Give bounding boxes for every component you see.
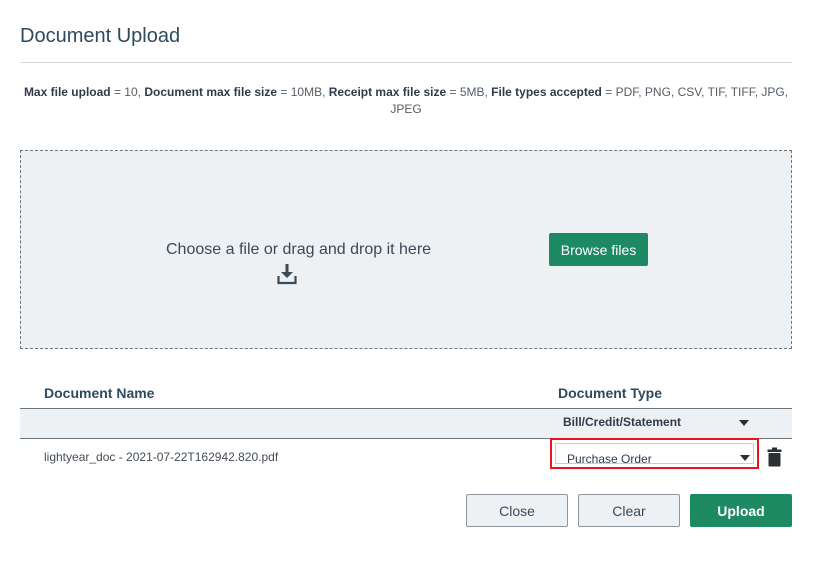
bulk-type-select[interactable]: Bill/Credit/Statement xyxy=(563,415,681,429)
document-type-select[interactable]: Purchase Order xyxy=(550,438,759,469)
close-button[interactable]: Close xyxy=(466,494,568,527)
upload-limits-info: Max file upload = 10, Document max file … xyxy=(20,84,792,118)
document-name-cell: lightyear_doc - 2021-07-22T162942.820.pd… xyxy=(44,450,279,464)
document-type-value: Purchase Order xyxy=(567,452,652,466)
max-upload-value: = 10, xyxy=(110,85,145,99)
trash-icon[interactable] xyxy=(767,447,782,467)
upload-button[interactable]: Upload xyxy=(690,494,792,527)
document-type-select-field[interactable]: Purchase Order xyxy=(555,443,754,466)
clear-button[interactable]: Clear xyxy=(578,494,680,527)
download-tray-icon xyxy=(277,264,297,285)
browse-files-button[interactable]: Browse files xyxy=(549,233,648,266)
document-type-header: Document Type xyxy=(558,385,662,401)
chevron-down-icon[interactable] xyxy=(739,420,749,426)
document-name-header: Document Name xyxy=(44,385,155,401)
receipt-size-label: Receipt max file size xyxy=(328,85,447,99)
dialog-title: Document Upload xyxy=(20,25,181,47)
chevron-down-icon[interactable] xyxy=(740,455,750,461)
doc-size-label: Document max file size xyxy=(144,85,278,99)
dropzone-prompt: Choose a file or drag and drop it here xyxy=(166,241,432,258)
doc-size-value: = 10MB, xyxy=(277,85,329,99)
bulk-type-filter-row: Bill/Credit/Statement xyxy=(20,409,792,439)
file-dropzone[interactable]: Choose a file or drag and drop it here B… xyxy=(20,150,792,349)
max-upload-label: Max file upload xyxy=(23,85,111,99)
title-divider xyxy=(20,62,792,63)
receipt-size-value: = 5MB, xyxy=(446,85,492,99)
file-types-label: File types accepted xyxy=(491,85,602,99)
